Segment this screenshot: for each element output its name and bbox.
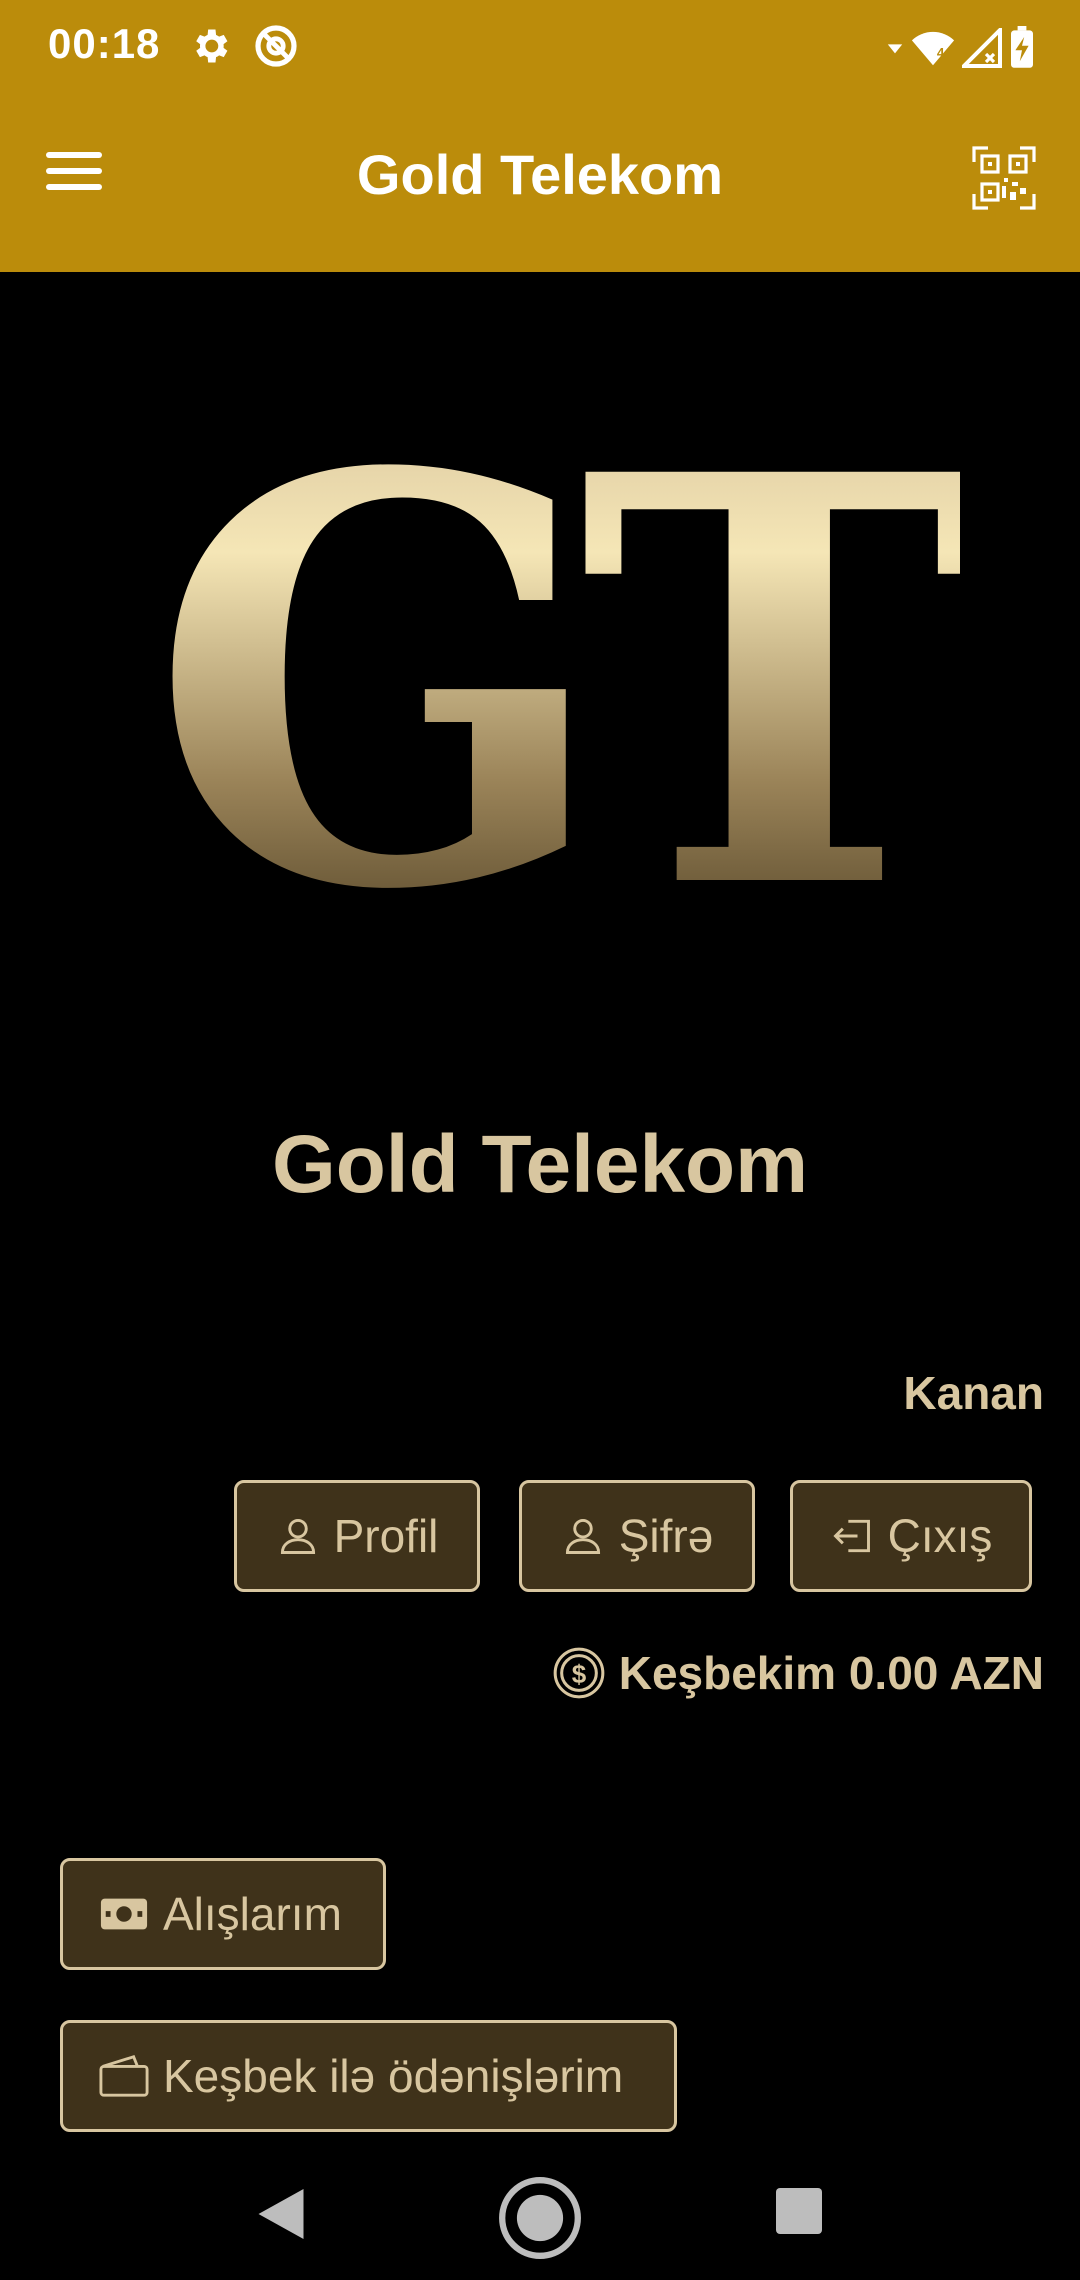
status-time: 00:18 xyxy=(48,20,161,67)
recent-apps-icon[interactable] xyxy=(776,2188,822,2234)
logout-button[interactable]: Çıxış xyxy=(790,1480,1032,1592)
cashback-payments-button[interactable]: Keşbek ilə ödənişlərim xyxy=(60,2020,677,2132)
profile-button-label: Profil xyxy=(333,1510,439,1562)
signal-dropdown-icon xyxy=(887,44,903,54)
dollar-coin-icon: $ xyxy=(553,1647,605,1699)
battery-charging-icon xyxy=(1011,26,1033,68)
gt-logo: GT xyxy=(150,430,960,910)
user-name: Kanan xyxy=(903,1367,1044,1419)
sync-app-icon xyxy=(255,25,297,67)
wifi-icon: 4 xyxy=(911,31,955,66)
back-icon[interactable] xyxy=(256,2186,306,2242)
password-button[interactable]: Şifrə xyxy=(519,1480,755,1592)
money-bill-icon xyxy=(100,1898,148,1930)
svg-text:$: $ xyxy=(572,1659,587,1689)
status-bar: 00:18 4 xyxy=(0,0,1080,92)
app-bar: Gold Telekom xyxy=(0,92,1080,272)
svg-text:4: 4 xyxy=(937,46,945,61)
cell-signal-icon xyxy=(962,28,1002,68)
cashback-balance: $ Keşbekim 0.00 AZN xyxy=(553,1646,1044,1700)
logout-icon xyxy=(833,1519,870,1553)
purchases-button[interactable]: Alışlarım xyxy=(60,1858,386,1970)
logo-text: GT xyxy=(150,430,960,910)
cashback-payments-button-label: Keşbek ilə ödənişlərim xyxy=(163,2050,624,2102)
home-icon[interactable] xyxy=(498,2176,582,2260)
profile-button[interactable]: Profil xyxy=(234,1480,480,1592)
wallet-icon xyxy=(99,2054,149,2097)
cashback-label: Keşbekim 0.00 AZN xyxy=(618,1647,1044,1699)
system-nav-bar xyxy=(0,2160,1080,2280)
app-title: Gold Telekom xyxy=(356,143,724,206)
user-icon xyxy=(280,1518,315,1554)
brand-name: Gold Telekom xyxy=(271,1119,809,1210)
logout-button-label: Çıxış xyxy=(887,1510,993,1562)
settings-gear-icon xyxy=(196,29,228,63)
qr-code-icon[interactable] xyxy=(972,146,1036,210)
purchases-button-label: Alışlarım xyxy=(163,1888,342,1940)
status-indicators: 4 xyxy=(886,26,1036,70)
user-icon xyxy=(565,1518,600,1554)
password-button-label: Şifrə xyxy=(618,1510,714,1562)
